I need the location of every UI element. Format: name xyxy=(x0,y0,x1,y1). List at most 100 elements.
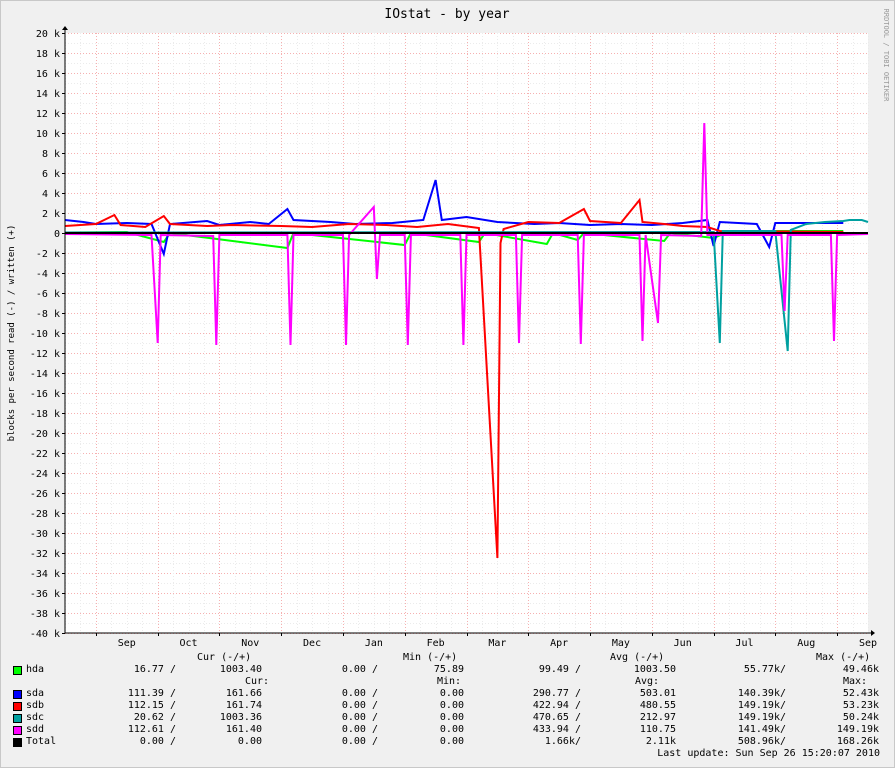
x-tick-label: Jun xyxy=(674,638,692,649)
legend-value-max-w: 50.24k xyxy=(842,712,879,723)
legend-value-avg-w: 110.75 xyxy=(639,724,676,735)
x-tick-label: Sep xyxy=(859,638,877,649)
y-tick-label: -26 k xyxy=(30,489,60,500)
y-tick-label: 14 k xyxy=(36,89,60,100)
y-tick-label: 18 k xyxy=(36,49,60,60)
legend-swatch xyxy=(13,666,22,675)
legend-value-min-w: 75.89 xyxy=(433,664,464,675)
legend-header: Cur (-/+) Min (-/+) Avg (-/+) Max (-/+) xyxy=(0,652,895,664)
x-tick-label: May xyxy=(612,638,630,649)
legend-value-min-r: 0.00 / xyxy=(341,700,378,711)
legend-value-min-w: 0.00 xyxy=(439,724,464,735)
y-tick-label: -20 k xyxy=(30,429,60,440)
legend-header-cur: Cur (-/+) xyxy=(197,652,252,663)
y-tick-label: -12 k xyxy=(30,349,60,360)
legend-value-min-w: 0.00 xyxy=(439,712,464,723)
y-axis-label: blocks per second read (-) / written (+) xyxy=(7,225,17,442)
y-tick-label: 16 k xyxy=(36,69,60,80)
legend-value-max-w: 149.19k xyxy=(836,724,879,735)
x-tick-label: Mar xyxy=(488,638,506,649)
legend-header-min: Min (-/+) xyxy=(403,652,458,663)
legend-header2-avg: Avg: xyxy=(635,676,660,687)
legend-row-sdb: sdb 112.15 / 161.74 0.00 / 0.00 422.94 / 480.5… xyxy=(0,700,895,712)
legend-row-sdd: sdd 112.61 / 161.40 0.00 / 0.00 433.94 / 110.7… xyxy=(0,724,895,736)
legend-value-cur-r: 0.00 / xyxy=(139,736,176,747)
legend-value-cur-w: 1003.40 xyxy=(219,664,262,675)
legend-value-cur-w: 161.74 xyxy=(225,700,262,711)
legend-value-max-w: 49.46k xyxy=(842,664,879,675)
y-tick-label: 4 k xyxy=(42,189,60,200)
legend-value-cur-w: 161.66 xyxy=(225,688,262,699)
legend-value-cur-r: 16.77 / xyxy=(133,664,176,675)
y-tick-label: -18 k xyxy=(30,409,60,420)
y-tick-label: -4 k xyxy=(36,269,60,280)
legend-value-min-w: 0.00 xyxy=(439,688,464,699)
legend-series-name: Total xyxy=(26,736,57,747)
x-tick-label: Apr xyxy=(550,638,568,649)
legend-value-max-w: 53.23k xyxy=(842,700,879,711)
y-tick-label: -38 k xyxy=(30,609,60,620)
y-tick-label: 12 k xyxy=(36,109,60,120)
legend-value-avg-w: 212.97 xyxy=(639,712,676,723)
y-tick-label: -8 k xyxy=(36,309,60,320)
legend-footer: Last update: Sun Sep 26 15:20:07 2010 xyxy=(0,748,895,760)
legend-value-cur-r: 112.61 / xyxy=(127,724,176,735)
legend-value-avg-r: 433.94 / xyxy=(532,724,581,735)
y-tick-label: 6 k xyxy=(42,169,60,180)
x-tick-label: Oct xyxy=(180,638,198,649)
y-tick-label: 20 k xyxy=(36,29,60,40)
x-tick-label: Feb xyxy=(427,638,445,649)
legend-row-total: Total 0.00 / 0.00 0.00 / 0.00 1.66k/2.11k 508.… xyxy=(0,736,895,748)
legend-value-avg-w: 480.55 xyxy=(639,700,676,711)
legend-row-sdc: sdc 20.62 / 1003.36 0.00 / 0.00 470.65 / 212.9… xyxy=(0,712,895,724)
y-tick-label: -36 k xyxy=(30,589,60,600)
legend-value-cur-r: 20.62 / xyxy=(133,712,176,723)
y-tick-label: -32 k xyxy=(30,549,60,560)
legend-value-min-r: 0.00 / xyxy=(341,712,378,723)
legend-value-avg-r: 290.77 / xyxy=(532,688,581,699)
y-tick-label: -28 k xyxy=(30,509,60,520)
legend-value-max-r: 141.49k/ xyxy=(737,724,786,735)
legend-swatch xyxy=(13,714,22,723)
legend-value-cur-w: 161.40 xyxy=(225,724,262,735)
y-tick-label: -34 k xyxy=(30,569,60,580)
legend-value-cur-w: 0.00 xyxy=(237,736,262,747)
y-tick-label: -22 k xyxy=(30,449,60,460)
legend-header2-max: Max: xyxy=(843,676,868,687)
legend-value-avg-r: 470.65 / xyxy=(532,712,581,723)
legend-value-avg-r: 1.66k/ xyxy=(544,736,581,747)
legend-value-avg-r: 99.49 / xyxy=(538,664,581,675)
legend-value-max-r: 149.19k/ xyxy=(737,712,786,723)
legend-value-min-w: 0.00 xyxy=(439,700,464,711)
x-tick-label: Dec xyxy=(303,638,321,649)
legend-value-max-r: 508.96k/ xyxy=(737,736,786,747)
legend-value-cur-w: 1003.36 xyxy=(219,712,262,723)
y-tick-label: 2 k xyxy=(42,209,60,220)
legend-series-name: sdd xyxy=(26,724,45,735)
legend-header-avg: Avg (-/+) xyxy=(610,652,665,663)
legend-value-avg-w: 503.01 xyxy=(639,688,676,699)
legend-value-min-r: 0.00 / xyxy=(341,724,378,735)
legend-value-min-w: 0.00 xyxy=(439,736,464,747)
y-tick-label: -10 k xyxy=(30,329,60,340)
legend-value-max-w: 168.26k xyxy=(836,736,879,747)
legend-header-2: Cur: Min: Avg: Max: xyxy=(0,676,895,688)
legend-value-max-r: 149.19k/ xyxy=(737,700,786,711)
y-tick-label: -2 k xyxy=(36,249,60,260)
legend-series-name: sda xyxy=(26,688,45,699)
legend-value-max-w: 52.43k xyxy=(842,688,879,699)
legend-swatch xyxy=(13,726,22,735)
legend-header-max: Max (-/+) xyxy=(816,652,871,663)
y-tick-label: -6 k xyxy=(36,289,60,300)
legend-value-max-r: 140.39k/ xyxy=(737,688,786,699)
chart-title: IOstat - by year xyxy=(384,7,509,22)
y-tick-label: -30 k xyxy=(30,529,60,540)
legend-series-name: sdb xyxy=(26,700,45,711)
last-update: Last update: Sun Sep 26 15:20:07 2010 xyxy=(657,748,880,759)
legend-header2-min: Min: xyxy=(437,676,462,687)
legend-swatch xyxy=(13,702,22,711)
x-tick-label: Jul xyxy=(735,638,753,649)
legend-value-min-r: 0.00 / xyxy=(341,688,378,699)
x-tick-label: Sep xyxy=(118,638,136,649)
legend-row-sda: sda 111.39 / 161.66 0.00 / 0.00 290.77 / 503.0… xyxy=(0,688,895,700)
